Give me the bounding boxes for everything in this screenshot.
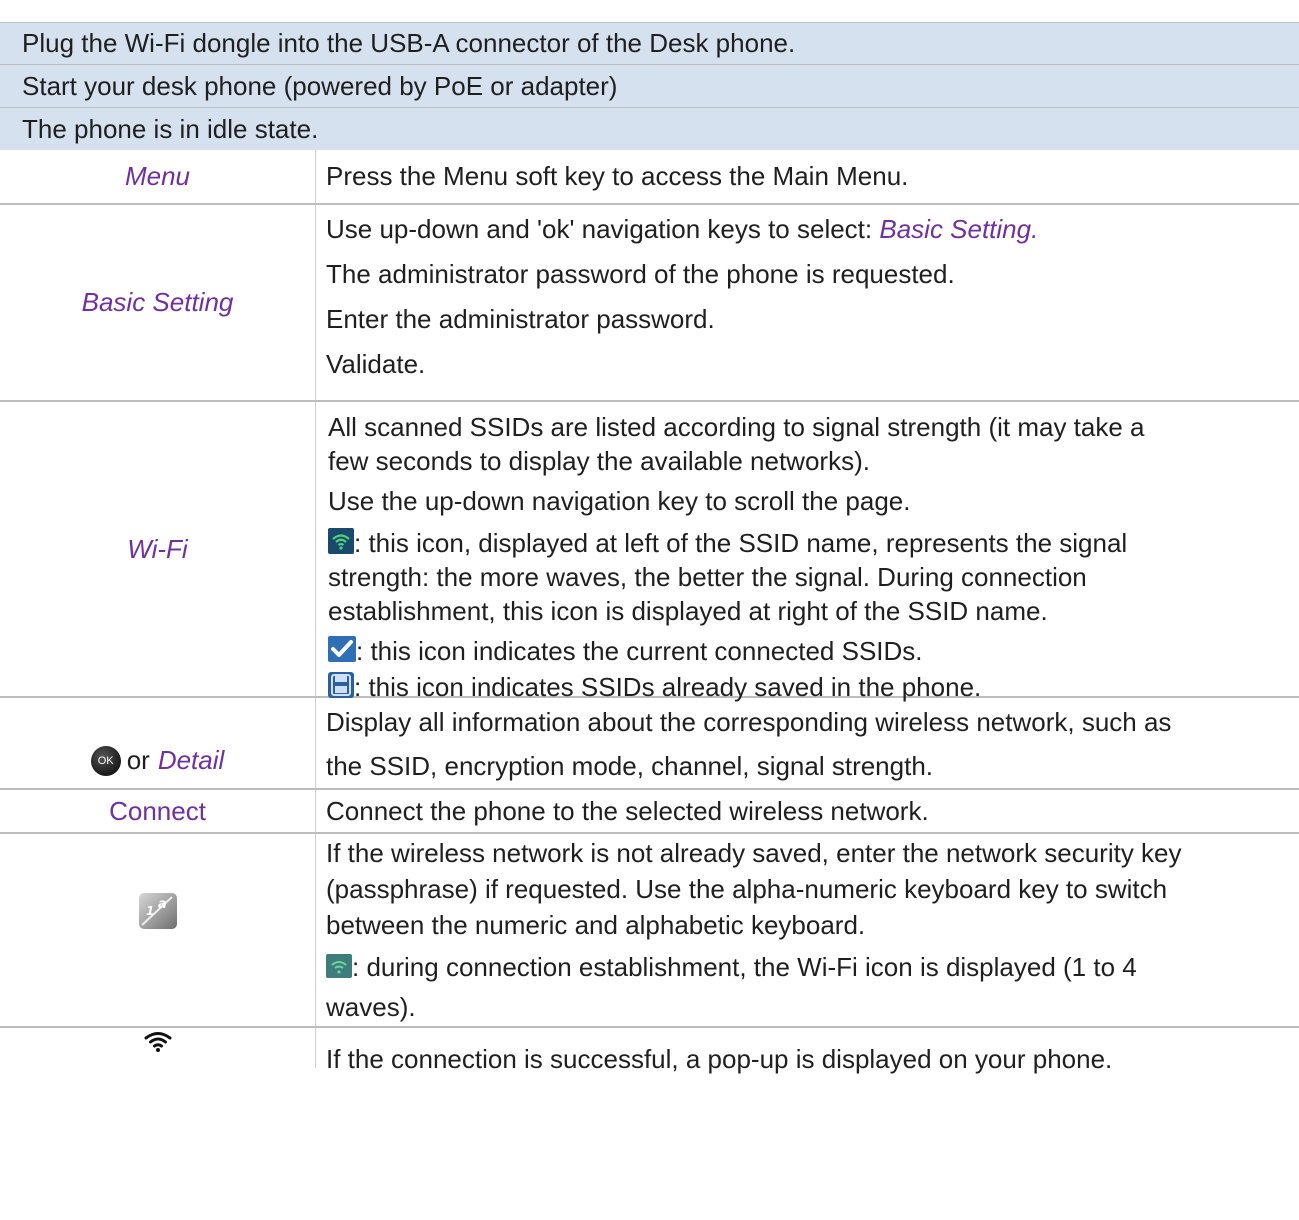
saved-floppy-icon [328,672,354,698]
wifi-icon-cell [0,1028,316,1068]
row-basic-setting: Basic Setting Use up-down and 'ok' navig… [0,205,1299,402]
basic-setting-line-3: Enter the administrator password. [326,304,715,334]
wifi-line-1b: few seconds to display the available net… [328,446,870,476]
wifi-line-3c: establishment, this icon is displayed at… [328,596,1048,626]
wifi-line-1a: All scanned SSIDs are listed according t… [328,412,1145,442]
or-text: or [126,745,150,775]
step-header-start-phone: Start your desk phone (powered by PoE or… [0,64,1299,107]
detail-line-2: the SSID, encryption mode, channel, sign… [326,751,934,781]
wifi-icon [144,1032,171,1052]
row-success: If the connection is successful, a pop-u… [0,1028,1299,1074]
instructions-table: Plug the Wi-Fi dongle into the USB-A con… [0,22,1299,1074]
svg-text:1: 1 [146,904,154,918]
wifi-line-2: Use the up-down navigation key to scroll… [328,486,911,516]
basic-setting-line-4: Validate. [326,349,426,379]
basic-setting-link: Basic Setting. [879,214,1039,244]
ok-key-icon: OK [90,746,121,776]
detail-softkey-label: Detail [157,745,225,775]
row-connect: Connect Connect the phone to the selecte… [0,790,1299,834]
wifi-line-3a: : this icon, displayed at left of the SS… [328,526,1299,560]
step-header-idle-state: The phone is in idle state. [0,107,1299,150]
keyboard-icon-cell: 1 a [0,834,316,1026]
step-header-plug-dongle: Plug the Wi-Fi dongle into the USB-A con… [0,22,1299,64]
wifi-label: Wi-Fi [0,402,316,696]
row-detail: OK or Detail Display all information abo… [0,698,1299,790]
menu-instruction: Press the Menu soft key to access the Ma… [326,161,909,191]
basic-setting-line-2: The administrator password of the phone … [326,259,955,289]
wifi-line-4: : this icon indicates the current connec… [328,634,1299,668]
row-menu: Menu Press the Menu soft key to access t… [0,150,1299,205]
connect-softkey-label: Connect [0,790,316,832]
basic-setting-line-1: Use up-down and 'ok' navigation keys to … [326,214,1039,244]
alphanumeric-keyboard-icon: 1 a [138,893,177,929]
svg-text:a: a [158,897,167,912]
row-wifi: Wi-Fi All scanned SSIDs are listed accor… [0,402,1299,702]
basic-setting-label: Basic Setting [0,205,316,400]
menu-softkey-label: Menu [0,150,316,203]
keyboard-line-4b: waves). [326,992,416,1022]
row-keyboard: 1 a If the wireless network is not alrea… [0,834,1299,1028]
keyboard-line-2: (passphrase) if requested. Use the alpha… [326,874,1168,904]
keyboard-line-3: between the numeric and alphabetic keybo… [326,910,866,940]
detail-label-cell: OK or Detail [0,698,316,788]
checkmark-icon [328,636,356,662]
wifi-connecting-icon [326,954,352,978]
keyboard-line-4a: : during connection establishment, the W… [326,949,1299,985]
keyboard-line-1: If the wireless network is not already s… [326,838,1182,868]
wifi-signal-icon [328,528,354,554]
wifi-line-3b: strength: the more waves, the better the… [328,562,1087,592]
success-instruction: If the connection is successful, a pop-u… [326,1044,1113,1074]
detail-line-1: Display all information about the corres… [326,707,1172,737]
connect-instruction: Connect the phone to the selected wirele… [326,795,929,826]
